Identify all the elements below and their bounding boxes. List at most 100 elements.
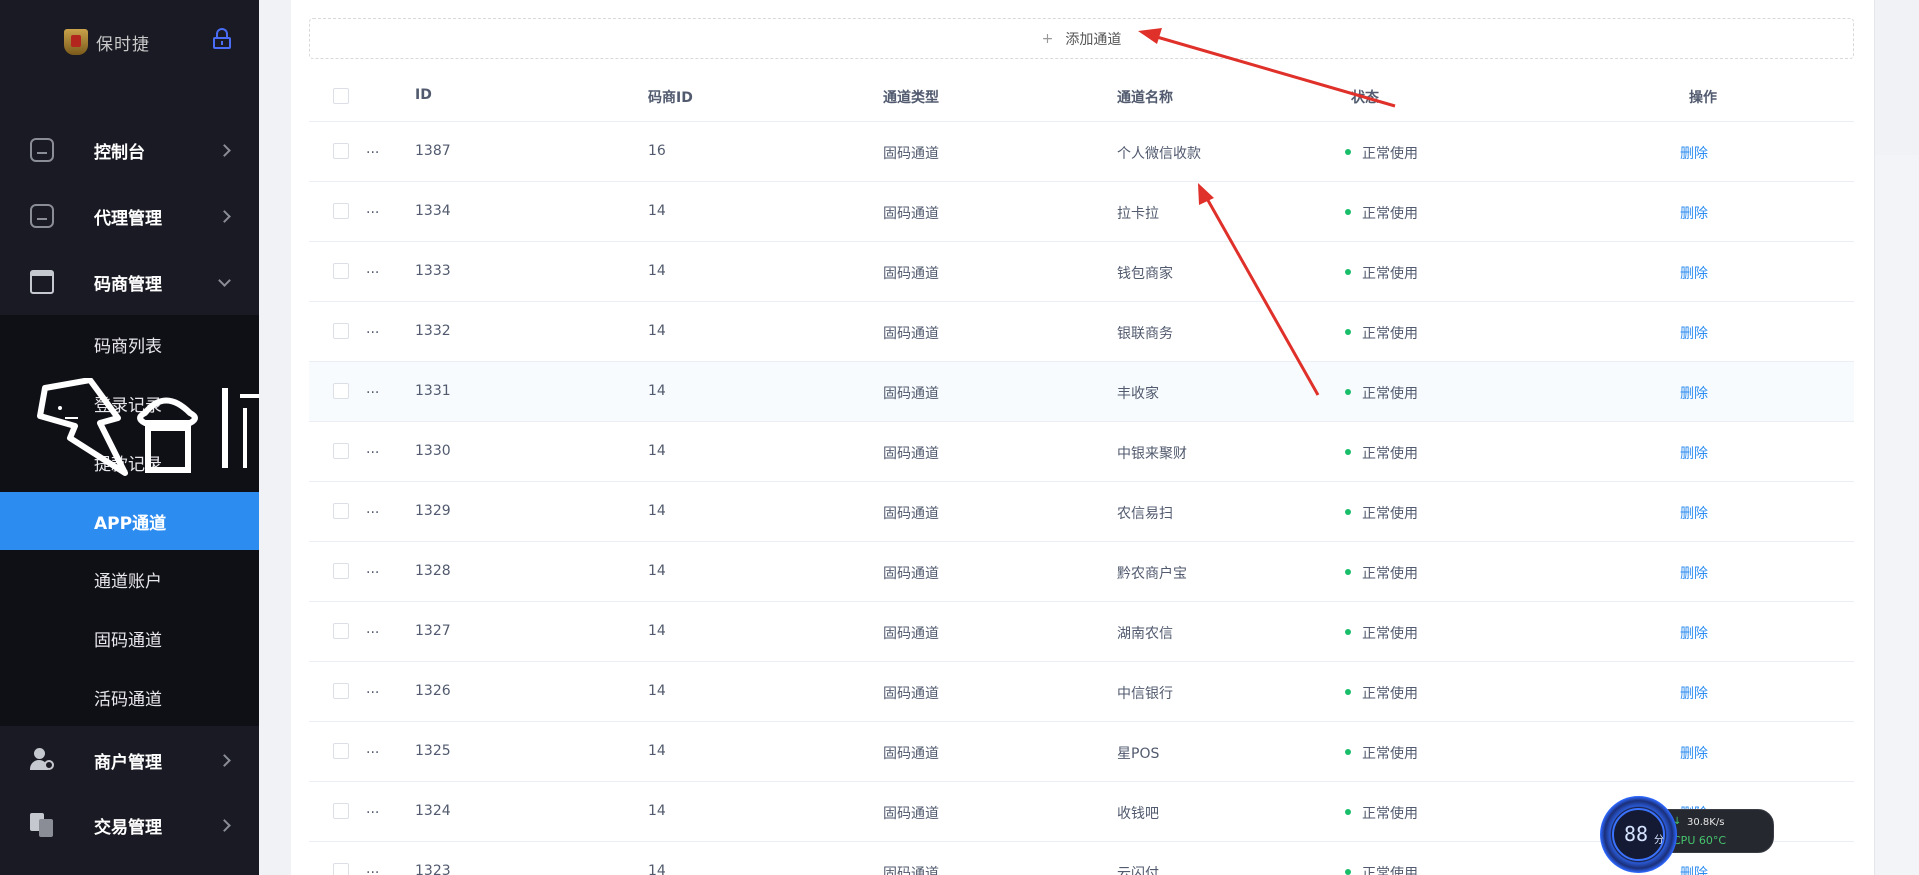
cell-channel-name: 钱包商家 xyxy=(1117,266,1173,282)
cell-status: 正常使用 xyxy=(1362,386,1418,402)
chevron-right-icon xyxy=(218,210,231,223)
table-row: ... 1330 14 固码通道 中银来聚财 正常使用 删除 xyxy=(309,422,1854,482)
cell-channel-name: 中信银行 xyxy=(1117,686,1173,702)
header-channel-name: 通道名称 xyxy=(1117,90,1173,106)
delete-link[interactable]: 删除 xyxy=(1680,743,1708,763)
row-checkbox[interactable] xyxy=(333,623,349,639)
submenu-item-login-log[interactable]: 登录记录 xyxy=(0,374,259,432)
row-checkbox[interactable] xyxy=(333,203,349,219)
cell-status: 正常使用 xyxy=(1362,446,1418,462)
delete-link[interactable]: 删除 xyxy=(1680,503,1708,523)
logo-area: 保时捷 xyxy=(0,0,259,86)
delete-link[interactable]: 删除 xyxy=(1680,623,1708,643)
system-monitor-widget[interactable]: ↓ 30.8K/s CPU 60°C 88 分 xyxy=(1600,796,1775,875)
header-status: 状态 xyxy=(1351,90,1379,106)
submenu-item-merchant-list[interactable]: 码商列表 xyxy=(0,315,259,373)
cell-channel-type: 固码通道 xyxy=(883,746,939,762)
cell-channel-name: 银联商务 xyxy=(1117,326,1173,342)
select-all-checkbox[interactable] xyxy=(333,88,349,104)
home-icon xyxy=(30,138,54,162)
row-checkbox[interactable] xyxy=(333,563,349,579)
delete-link[interactable]: 删除 xyxy=(1680,203,1708,223)
sidebar-item-code-merchant[interactable]: 码商管理 xyxy=(0,252,259,312)
sidebar-item-label: 码商管理 xyxy=(94,274,162,295)
cell-channel-name: 丰收家 xyxy=(1117,386,1159,402)
cell-id: 1331 xyxy=(415,383,451,399)
submenu-item-live-code[interactable]: 活码通道 xyxy=(0,668,259,726)
cell-merchant-id: 14 xyxy=(648,203,666,219)
delete-link[interactable]: 删除 xyxy=(1680,263,1708,283)
cell-channel-type: 固码通道 xyxy=(883,566,939,582)
chevron-right-icon xyxy=(218,144,231,157)
cell-merchant-id: 14 xyxy=(648,563,666,579)
submenu-item-channel-account[interactable]: 通道账户 xyxy=(0,550,259,608)
sidebar-item-label: 代理管理 xyxy=(94,208,162,229)
status-dot-icon xyxy=(1345,329,1351,335)
row-checkbox[interactable] xyxy=(333,263,349,279)
row-checkbox[interactable] xyxy=(333,743,349,759)
row-checkbox[interactable] xyxy=(333,683,349,699)
header-action: 操作 xyxy=(1689,90,1717,106)
score-unit: 分 xyxy=(1654,835,1664,846)
submenu: 码商列表 登录记录 提款记录 APP通道 通道账户 固码通道 活码通道 xyxy=(0,315,259,726)
row-ellipsis: ... xyxy=(366,501,380,517)
cell-channel-name: 云闪付 xyxy=(1117,866,1159,875)
sidebar-item-label: 控制台 xyxy=(94,142,145,163)
cpu-temp: CPU 60°C xyxy=(1673,834,1727,847)
chevron-down-icon xyxy=(218,274,231,287)
status-dot-icon xyxy=(1345,689,1351,695)
add-channel-button[interactable]: + 添加通道 xyxy=(309,18,1854,59)
cell-id: 1333 xyxy=(415,263,451,279)
delete-link[interactable]: 删除 xyxy=(1680,323,1708,343)
score-value: 88 xyxy=(1624,822,1649,846)
table-row: ... 1333 14 固码通道 钱包商家 正常使用 删除 xyxy=(309,242,1854,302)
cell-status: 正常使用 xyxy=(1362,146,1418,162)
delete-link[interactable]: 删除 xyxy=(1680,143,1708,163)
sidebar-item-dashboard[interactable]: 控制台 xyxy=(0,120,259,180)
lock-icon[interactable] xyxy=(212,28,232,50)
cell-id: 1387 xyxy=(415,143,451,159)
cell-id: 1326 xyxy=(415,683,451,699)
row-checkbox[interactable] xyxy=(333,383,349,399)
cell-channel-type: 固码通道 xyxy=(883,446,939,462)
logo: 保时捷 xyxy=(64,29,150,55)
cell-channel-type: 固码通道 xyxy=(883,626,939,642)
submenu-label: APP通道 xyxy=(94,513,167,534)
row-checkbox[interactable] xyxy=(333,323,349,339)
submenu-item-fixed-code[interactable]: 固码通道 xyxy=(0,609,259,667)
table-row: ... 1332 14 固码通道 银联商务 正常使用 删除 xyxy=(309,302,1854,362)
sidebar-item-trade[interactable]: 交易管理 xyxy=(0,795,259,855)
cell-merchant-id: 14 xyxy=(648,323,666,339)
cell-id: 1329 xyxy=(415,503,451,519)
sidebar-item-agent[interactable]: 代理管理 xyxy=(0,186,259,246)
submenu-label: 活码通道 xyxy=(94,689,162,710)
row-checkbox[interactable] xyxy=(333,863,349,875)
chevron-right-icon xyxy=(218,819,231,832)
cell-channel-name: 黔农商户宝 xyxy=(1117,566,1187,582)
scrollbar-thumb[interactable] xyxy=(1874,155,1919,875)
cell-merchant-id: 14 xyxy=(648,443,666,459)
submenu-item-withdraw-log[interactable]: 提款记录 xyxy=(0,433,259,491)
cell-status: 正常使用 xyxy=(1362,746,1418,762)
delete-link[interactable]: 删除 xyxy=(1680,683,1708,703)
scrollbar[interactable] xyxy=(1874,0,1919,875)
delete-link[interactable]: 删除 xyxy=(1680,443,1708,463)
submenu-label: 通道账户 xyxy=(94,571,162,592)
row-checkbox[interactable] xyxy=(333,503,349,519)
row-checkbox[interactable] xyxy=(333,803,349,819)
cell-id: 1330 xyxy=(415,443,451,459)
row-checkbox[interactable] xyxy=(333,143,349,159)
row-ellipsis: ... xyxy=(366,321,380,337)
status-dot-icon xyxy=(1345,869,1351,875)
submenu-item-app-channel[interactable]: APP通道 xyxy=(0,492,259,550)
row-ellipsis: ... xyxy=(366,621,380,637)
row-ellipsis: ... xyxy=(366,801,380,817)
row-checkbox[interactable] xyxy=(333,443,349,459)
delete-link[interactable]: 删除 xyxy=(1680,563,1708,583)
sidebar-item-merchant[interactable]: 商户管理 xyxy=(0,730,259,790)
home-icon xyxy=(30,204,54,228)
cell-id: 1323 xyxy=(415,863,451,875)
status-dot-icon xyxy=(1345,209,1351,215)
delete-link[interactable]: 删除 xyxy=(1680,383,1708,403)
cell-channel-name: 湖南农信 xyxy=(1117,626,1173,642)
